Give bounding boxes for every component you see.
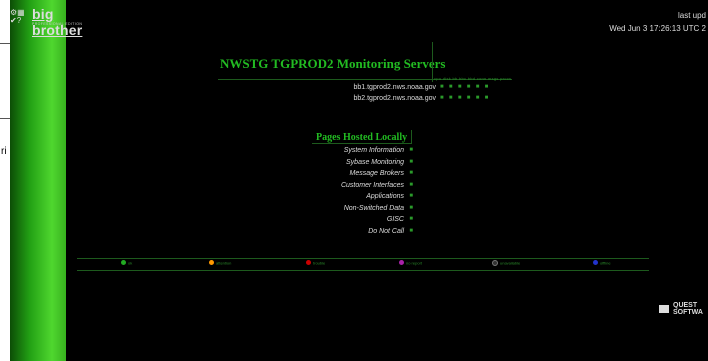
legend-label: trouble [313,260,326,266]
legend-item-attention: attention [209,260,231,269]
page-link-label[interactable]: Customer Interfaces [341,182,404,189]
offline-status-icon [593,260,598,266]
status-dot[interactable]: ■ [409,159,413,165]
logo-icon: ⚙▦ ✔? [10,8,25,25]
left-window-edge: ri [0,0,10,361]
host-row: bb2.tgprod2.nws.noaa.gov ■■■■■■ [260,95,520,105]
green-sidebar-strip [10,0,66,361]
host-row: bb1.tgprod2.nws.noaa.gov ■■■■■■ [260,84,520,94]
status-dot[interactable]: ■ [409,193,413,199]
page-link-sybase-monitoring[interactable]: Sybase Monitoring ■ [300,159,413,171]
page-link-label[interactable]: Message Brokers [350,170,404,177]
page-title: NWSTG TGPROD2 Monitoring Servers [220,56,446,71]
page-link-do-not-call[interactable]: Do Not Call ■ [300,228,413,240]
legend-label: unavailable [500,260,521,266]
pages-hosted-title: Pages Hosted Locally [316,132,408,143]
legend-item-offline: offline [593,260,611,269]
quest-logo-icon [659,305,669,313]
page-link-label[interactable]: GISC [387,216,404,223]
divider [432,42,433,82]
page-link-label[interactable]: System Information [344,147,404,154]
divider [411,130,412,143]
page-link-label[interactable]: Non-Switched Data [344,205,404,212]
page-link-label[interactable]: Applications [366,193,404,200]
page-link-system-information[interactable]: System Information ■ [300,147,413,159]
attention-status-icon [209,260,214,266]
page-link-label[interactable]: Do Not Call [368,228,404,235]
divider [312,143,412,144]
quest-software-logo[interactable]: QUEST SOFTWA [659,302,708,318]
logo-edition: PROFESSIONAL EDITION [32,22,83,26]
divider [77,270,649,271]
divider [0,118,10,119]
quest-line1: QUEST [673,302,698,309]
page-link-non-switched-data[interactable]: Non-Switched Data ■ [300,205,413,217]
pages-list: System Information ■ Sybase Monitoring ■ M… [300,147,413,240]
legend-item-trouble: trouble [306,260,325,269]
status-dot[interactable]: ■ [409,170,413,176]
unavailable-status-icon [492,260,498,266]
last-update-label: last upd [677,11,706,20]
legend-label: offline [600,260,611,266]
legend-item-no-report: no report [399,260,422,269]
partial-text: ri [1,146,7,157]
status-dots[interactable]: ■■■■■■ [440,84,494,90]
host-name: bb1.tgprod2.nws.noaa.gov [353,84,436,91]
status-dot[interactable]: ■ [409,182,413,188]
column-headers[interactable]: cpu disk bb bbc bbd conn msgs procs [434,76,511,81]
page-link-message-brokers[interactable]: Message Brokers ■ [300,170,413,182]
divider [0,43,10,44]
legend-item-unavailable: unavailable [492,260,520,269]
page-link-applications[interactable]: Applications ■ [300,193,413,205]
page-link-gisc[interactable]: GISC ■ [300,216,413,228]
legend-label: attention [216,260,232,266]
last-update: last upd Wed Jun 3 17:26:13 UTC 2 [609,9,706,35]
trouble-status-icon [306,260,311,266]
status-dot[interactable]: ■ [409,147,413,153]
host-name: bb2.tgprod2.nws.noaa.gov [353,95,436,102]
status-dot[interactable]: ■ [409,205,413,211]
status-dot[interactable]: ■ [409,228,413,234]
page-link-customer-interfaces[interactable]: Customer Interfaces ■ [300,182,413,194]
legend-label: ok [128,260,133,266]
divider [77,258,649,259]
status-dots[interactable]: ■■■■■■ [440,95,494,101]
ok-status-icon [121,260,126,266]
legend-item-ok: ok [121,260,132,269]
last-update-time: Wed Jun 3 17:26:13 UTC 2 [609,24,706,33]
no-report-status-icon [399,260,404,266]
quest-line2: SOFTWA [673,309,703,316]
legend-label: no report [406,260,423,266]
page-link-label[interactable]: Sybase Monitoring [346,159,404,166]
quest-logo-text: QUEST SOFTWA [673,302,703,316]
status-dot[interactable]: ■ [409,216,413,222]
big-brother-logo[interactable]: ⚙▦ ✔? big brother PROFESSIONAL EDITION [10,6,100,38]
